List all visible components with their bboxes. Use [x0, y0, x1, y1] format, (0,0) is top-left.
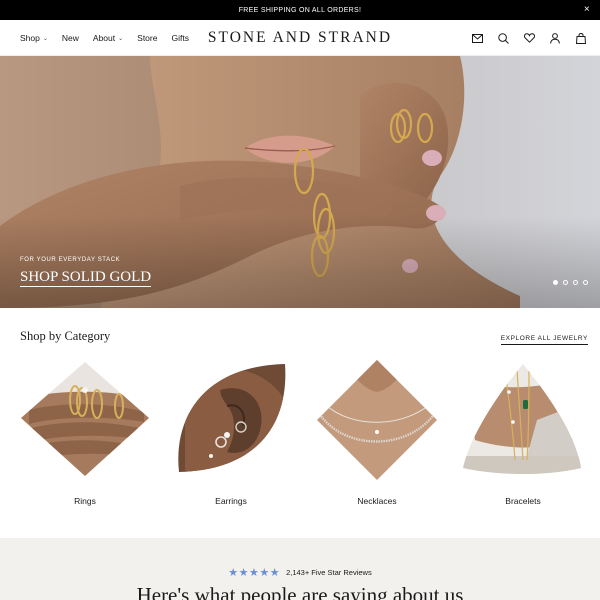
carousel-dot[interactable] — [553, 280, 558, 285]
hero-kicker: FOR YOUR EVERYDAY STACK — [20, 257, 121, 263]
category-label: Rings — [74, 496, 96, 506]
announcement-bar: FREE SHIPPING ON ALL ORDERS! × — [0, 0, 600, 20]
cart-icon[interactable] — [574, 31, 588, 45]
category-label: Earrings — [215, 496, 247, 506]
earrings-image — [178, 364, 286, 472]
site-header: Shop ⌄ New About ⌄ Store Gifts STONE AND… — [0, 20, 600, 56]
category-card-earrings[interactable]: Earrings — [165, 360, 297, 506]
category-card-necklaces[interactable]: Necklaces — [311, 360, 443, 506]
explore-all-link[interactable]: EXPLORE ALL JEWELRY — [500, 335, 588, 345]
carousel-dot[interactable] — [583, 280, 588, 285]
bracelets-image — [463, 364, 581, 474]
category-label: Bracelets — [505, 496, 541, 506]
reviews-headline: Here's what people are saying about us — [136, 583, 464, 600]
category-card-rings[interactable]: Rings — [19, 360, 151, 506]
search-icon[interactable] — [496, 31, 510, 45]
necklaces-image — [317, 360, 437, 480]
reviews-summary: ★★★★★ 2,143+ Five Star Reviews — [0, 566, 600, 579]
category-label: Necklaces — [357, 496, 397, 506]
heart-icon[interactable] — [522, 31, 536, 45]
star-rating-icon: ★★★★★ — [228, 567, 281, 579]
category-card-bracelets[interactable]: Bracelets — [457, 360, 589, 506]
section-title: Shop by Category — [20, 329, 111, 343]
announcement-text: FREE SHIPPING ON ALL ORDERS! — [238, 6, 362, 14]
carousel-dot[interactable] — [573, 280, 578, 285]
carousel-dot[interactable] — [563, 280, 568, 285]
header-icons — [470, 20, 588, 56]
carousel-dots — [553, 280, 588, 285]
mail-icon[interactable] — [470, 31, 484, 45]
account-icon[interactable] — [548, 31, 562, 45]
rings-image — [21, 362, 149, 476]
review-count[interactable]: 2,143+ Five Star Reviews — [286, 568, 372, 577]
hero-banner[interactable]: FOR YOUR EVERYDAY STACK SHOP SOLID GOLD — [0, 56, 600, 308]
hero-cta-link[interactable]: SHOP SOLID GOLD — [20, 268, 152, 287]
close-icon[interactable]: × — [584, 3, 590, 17]
reviews-section: ★★★★★ 2,143+ Five Star Reviews Here's wh… — [0, 538, 600, 600]
